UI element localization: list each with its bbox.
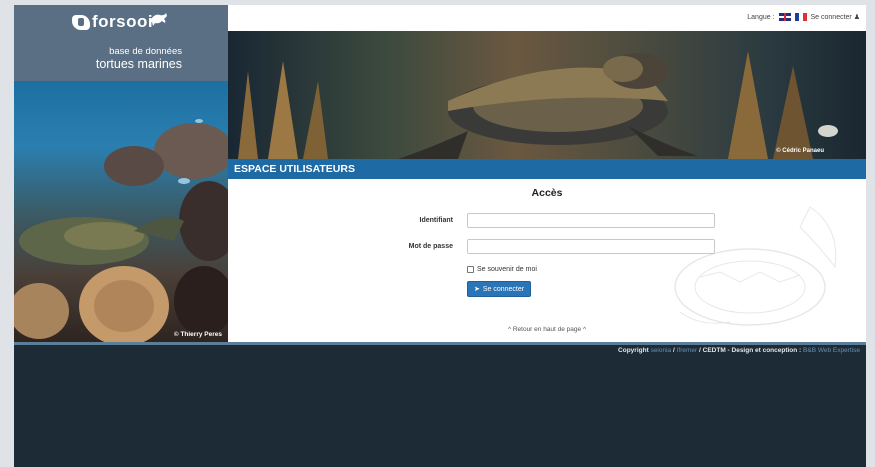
language-selector: Langue : Se connecter ♟ xyxy=(747,13,860,21)
password-label: Mot de passe xyxy=(408,243,453,250)
banner-photo-credit: © Cédric Panaeu xyxy=(776,148,824,154)
footer-credits: / CEDTM - Design et conception : xyxy=(699,347,802,354)
tagline-line2: tortues marines xyxy=(95,57,182,71)
logo-panel[interactable]: forsooi base de données tortues marines xyxy=(14,5,228,81)
copyright-text: Copyright seionia / Ifremer / CEDTM - De… xyxy=(618,347,860,354)
login-content: Accès Identifiant Mot de passe Se souven… xyxy=(228,179,866,342)
banner-turtle-photo: © Cédric Panaeu xyxy=(228,31,866,159)
login-button[interactable]: ➤ Se connecter xyxy=(467,281,531,297)
app-frame: forsooi base de données tortues marines xyxy=(14,5,866,467)
logo-text: forsooi xyxy=(92,12,154,31)
footer-sep: / xyxy=(672,347,675,354)
username-label: Identifiant xyxy=(419,217,453,224)
section-title: ESPACE UTILISATEURS xyxy=(234,163,355,175)
footer: Copyright seionia / Ifremer / CEDTM - De… xyxy=(14,345,866,467)
turtle-logo-icon xyxy=(72,15,90,30)
fr-flag-icon[interactable] xyxy=(794,13,807,21)
sidebar: forsooi base de données tortues marines xyxy=(14,5,228,342)
copyright-label: Copyright xyxy=(618,347,649,354)
sidebar-turtle-photo: © Thierry Peres xyxy=(14,81,228,342)
turtle-silhouette-icon xyxy=(148,11,168,32)
language-label: Langue : xyxy=(747,13,775,21)
sidebar-photo-credit: © Thierry Peres xyxy=(173,331,222,338)
remember-me[interactable]: Se souvenir de moi xyxy=(467,266,537,273)
login-link-label: Se connecter xyxy=(810,14,852,21)
form-title: Accès xyxy=(531,187,563,199)
footer-link-2[interactable]: Ifremer xyxy=(677,347,698,354)
login-link[interactable]: Se connecter ♟ xyxy=(811,13,860,21)
login-button-label: Se connecter xyxy=(482,285,525,293)
turtle-watermark xyxy=(674,206,837,326)
footer-link-1[interactable]: seionia xyxy=(651,347,672,354)
password-input[interactable] xyxy=(467,239,715,254)
user-icon: ♟ xyxy=(853,14,860,21)
remember-me-checkbox[interactable] xyxy=(467,266,474,273)
uk-flag-icon[interactable] xyxy=(778,13,791,21)
tagline-line1: base de données xyxy=(109,46,182,57)
footer-link-3[interactable]: B&B Web Expertise xyxy=(803,347,860,354)
remember-me-label: Se souvenir de moi xyxy=(477,266,537,273)
sign-in-icon: ➤ xyxy=(473,286,480,293)
username-input[interactable] xyxy=(467,213,715,228)
section-header: ESPACE UTILISATEURS xyxy=(228,159,866,179)
main-panel: forsooi base de données tortues marines xyxy=(14,5,866,342)
back-to-top-link[interactable]: ^ Retour en haut de page ^ xyxy=(228,326,866,333)
top-header: Langue : Se connecter ♟ xyxy=(228,5,866,31)
